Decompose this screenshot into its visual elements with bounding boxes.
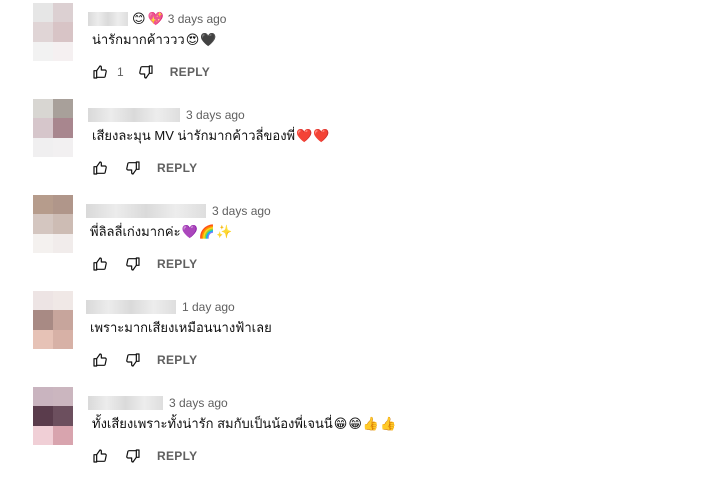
comment-text: เสียงละมุน MV น่ารักมากค้าวลี่ของพี่❤️❤️ (92, 127, 330, 145)
like-count: 1 (117, 65, 124, 79)
thumb-up-icon[interactable] (91, 159, 109, 177)
thumb-down-icon[interactable] (124, 255, 142, 273)
comment-emojis: 😍🖤 (185, 32, 217, 47)
comment-header: 3 days ago (86, 202, 271, 220)
emoji: 👍 (362, 416, 380, 431)
reply-button[interactable]: REPLY (157, 161, 197, 175)
emoji: ❤️ (296, 128, 313, 143)
thumb-up-icon[interactable] (91, 255, 109, 273)
reply-button[interactable]: REPLY (157, 257, 197, 271)
badge-emoji: 💖 (147, 11, 164, 26)
emoji: 🌈 (198, 224, 215, 239)
comment-actions: REPLY (91, 255, 197, 273)
comment-thread: 1 day ago เพราะมากเสียงเหมือนนางฟ้าเลย R… (0, 288, 728, 384)
comment-header: 😊 💖 3 days ago (88, 10, 226, 28)
comment-thread: 3 days ago พี่ลิลลี่เก่งมากค่ะ💜🌈✨ REPLY (0, 192, 728, 288)
comment-thread: 😊 💖 3 days ago น่ารักมากค้าววว😍🖤 1 REPLY (0, 0, 728, 96)
avatar[interactable] (33, 195, 73, 253)
comment-text: น่ารักมากค้าววว😍🖤 (92, 31, 216, 49)
emoji: 😁 (348, 416, 362, 431)
emoji: 😁 (333, 416, 348, 431)
avatar[interactable] (33, 99, 73, 157)
comment-header: 1 day ago (86, 298, 235, 316)
avatar[interactable] (33, 3, 73, 61)
thumb-down-icon[interactable] (124, 351, 142, 369)
badge-emoji: 😊 (132, 11, 146, 26)
avatar[interactable] (33, 387, 73, 445)
comment-text: ทั้งเสียงเพราะทั้งน่ารัก สมกับเป็นน้องพี… (92, 415, 396, 433)
comment-body: น่ารักมากค้าววว (92, 32, 185, 47)
comment-text: พี่ลิลลี่เก่งมากค่ะ💜🌈✨ (90, 223, 232, 241)
thumb-down-icon[interactable] (124, 447, 142, 465)
thumb-up-icon[interactable] (91, 447, 109, 465)
thumb-down-icon[interactable] (124, 159, 142, 177)
comment-actions: REPLY (91, 351, 197, 369)
emoji: 🖤 (200, 32, 217, 47)
comment-timestamp[interactable]: 3 days ago (212, 204, 271, 218)
comment-emojis: 😁😁👍👍 (333, 416, 397, 431)
reply-button[interactable]: REPLY (157, 353, 197, 367)
author-name-redacted[interactable] (88, 12, 128, 26)
comment-timestamp[interactable]: 3 days ago (169, 396, 228, 410)
comment-thread: 3 days ago เสียงละมุน MV น่ารักมากค้าวลี… (0, 96, 728, 192)
author-badges: 😊 💖 (132, 10, 166, 28)
author-name-redacted[interactable] (88, 396, 163, 410)
emoji: 💜 (181, 224, 198, 239)
comment-emojis: ❤️❤️ (295, 128, 329, 143)
comment-body: ทั้งเสียงเพราะทั้งน่ารัก สมกับเป็นน้องพี… (92, 416, 333, 431)
thumb-down-icon[interactable] (137, 63, 155, 81)
comment-timestamp[interactable]: 3 days ago (186, 108, 245, 122)
emoji: ✨ (215, 224, 233, 239)
comment-timestamp[interactable]: 1 day ago (182, 300, 235, 314)
author-name-redacted[interactable] (86, 204, 206, 218)
emoji: 😍 (185, 32, 200, 47)
comment-body: เสียงละมุน MV น่ารักมากค้าวลี่ของพี่ (92, 128, 296, 143)
comment-actions: REPLY (91, 159, 197, 177)
author-name-redacted[interactable] (88, 108, 180, 122)
thumb-up-icon[interactable] (91, 63, 109, 81)
comment-header: 3 days ago (88, 394, 228, 412)
emoji: 👍 (380, 416, 397, 431)
author-name-redacted[interactable] (86, 300, 176, 314)
comment-body: พี่ลิลลี่เก่งมากค่ะ (90, 224, 181, 239)
reply-button[interactable]: REPLY (157, 449, 197, 463)
comment-timestamp[interactable]: 3 days ago (168, 12, 227, 26)
comment-header: 3 days ago (88, 106, 245, 124)
comment-actions: REPLY (91, 447, 197, 465)
reply-button[interactable]: REPLY (170, 65, 210, 79)
comment-thread: 3 days ago ทั้งเสียงเพราะทั้งน่ารัก สมกั… (0, 384, 728, 480)
comment-body: เพราะมากเสียงเหมือนนางฟ้าเลย (90, 320, 272, 335)
comment-emojis: 💜🌈✨ (181, 224, 233, 239)
emoji: ❤️ (313, 128, 330, 143)
thumb-up-icon[interactable] (91, 351, 109, 369)
comment-text: เพราะมากเสียงเหมือนนางฟ้าเลย (90, 319, 272, 337)
comment-actions: 1 REPLY (91, 63, 210, 81)
avatar[interactable] (33, 291, 73, 349)
